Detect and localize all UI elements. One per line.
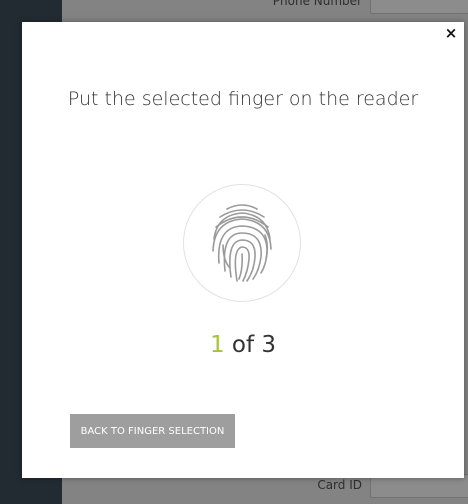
back-to-finger-selection-button[interactable]: BACK TO FINGER SELECTION <box>70 414 235 448</box>
dialog-title: Put the selected finger on the reader <box>67 88 419 110</box>
close-icon[interactable]: × <box>442 24 460 42</box>
progress-total: 3 <box>261 332 277 358</box>
fingerprint-icon <box>212 204 272 282</box>
progress-current: 1 <box>209 332 225 358</box>
progress-separator: of <box>231 332 255 358</box>
fingerprint-enroll-dialog: × Put the selected finger on the reader … <box>22 22 464 478</box>
fingerprint-reader-indicator <box>183 184 301 302</box>
enrollment-progress: 1 of 3 <box>22 332 464 358</box>
